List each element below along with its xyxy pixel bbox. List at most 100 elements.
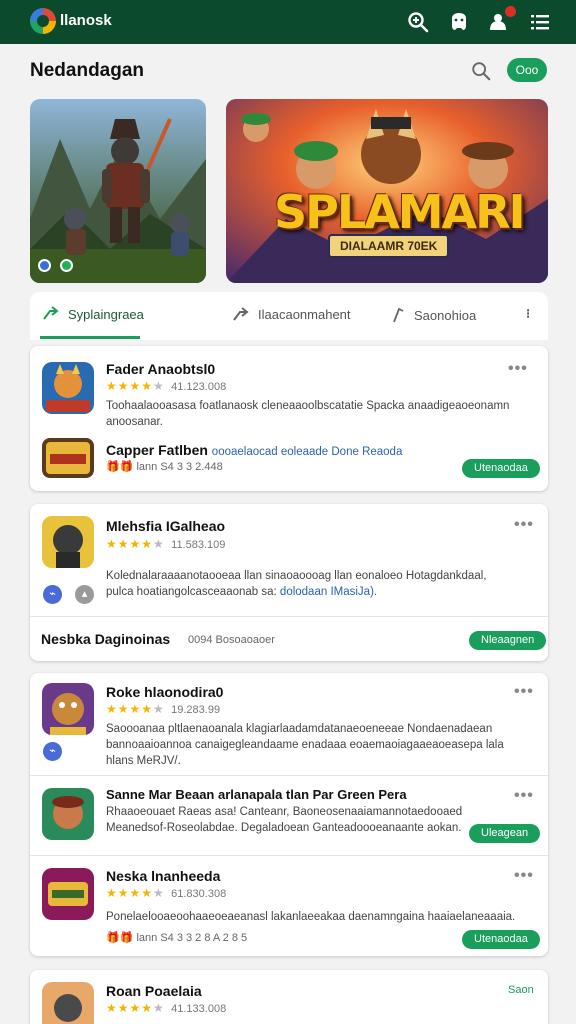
- rating-value: ★★★★: [106, 537, 154, 551]
- app-description: Kolednalaraaaanotaooeaa llan sinaoaoooag…: [106, 568, 536, 600]
- description-line: pulca hoatiangolcasceaaonab sa: dolodaan…: [106, 584, 536, 600]
- app-icon-fader[interactable]: [42, 362, 94, 414]
- app-name[interactable]: Roke hlaonodira0: [106, 684, 223, 700]
- rating-value: ★★★★: [106, 379, 154, 393]
- app-name[interactable]: Fader Anaobtsl0: [106, 361, 215, 377]
- splash-subtitle: DIALAAMR 70EK: [328, 234, 450, 258]
- banner-badge-green: [60, 259, 73, 272]
- divider: [30, 775, 548, 776]
- app-thumbnail: [42, 982, 94, 1024]
- app-subtitle-link[interactable]: oooaelaocad eoleaade Done Reaoda: [212, 446, 403, 458]
- menu-icon[interactable]: [528, 10, 552, 34]
- app-description: Toohaalaooasasa foatlanaosk cleneaaoolbs…: [106, 400, 510, 428]
- rating-stars: ★★★★★ 19.283.99: [106, 702, 221, 716]
- app-meta: 🎁🎁 lann S4 3 3 2.448: [106, 460, 223, 473]
- page-title: Nedandagan: [30, 60, 145, 81]
- divider: [30, 855, 548, 856]
- app-card-2: Mlehsfia IGalheao ••• ★★★★★ 11.583.109 ⌁…: [30, 504, 548, 661]
- info-icon[interactable]: ▴: [75, 585, 94, 604]
- more-options-icon[interactable]: •••: [514, 867, 534, 885]
- tab-label: Ilaacaonmahent: [258, 306, 351, 322]
- featured-banner-right[interactable]: SPLAMARI DIALAAMR 70EK: [226, 99, 548, 283]
- app-thumbnail: [42, 683, 94, 735]
- featured-banner-left[interactable]: [30, 99, 206, 283]
- brand-logo-icon[interactable]: [30, 8, 56, 34]
- more-options-icon[interactable]: •••: [514, 516, 534, 534]
- app-thumbnail: [42, 788, 94, 840]
- app-icon-neska[interactable]: [42, 868, 94, 920]
- divider: [30, 616, 548, 617]
- rating-value: ★★★★: [106, 886, 154, 900]
- top-app-bar: llanosk: [0, 0, 576, 44]
- install-button[interactable]: Nleaagnen: [469, 631, 547, 650]
- app-thumbnail: [42, 516, 94, 568]
- tabs-more-icon[interactable]: ⁝: [526, 306, 530, 322]
- description-text: pulca hoatiangolcasceaaonab sa:: [106, 586, 277, 598]
- description-link[interactable]: dolodaan IMasiJa).: [280, 586, 377, 598]
- open-link[interactable]: Saon: [508, 984, 534, 996]
- more-options-icon[interactable]: •••: [514, 787, 534, 805]
- app-meta: 🎁🎁 lann S4 3 3 2 8 A 2 8 5: [106, 931, 247, 944]
- install-button[interactable]: Utenaodaa: [462, 459, 540, 478]
- app-card-3: Roke hlaonodira0 ••• ★★★★★ 19.283.99 Sao…: [30, 673, 548, 956]
- section-label: Nesbka Daginoinas: [41, 631, 171, 647]
- app-thumbnail: [42, 868, 94, 920]
- search-plus-icon[interactable]: [406, 10, 430, 34]
- rating-count: 41.133.008: [171, 1003, 227, 1015]
- app-card-4: Roan Poaelaia Saon ★★★★★ 41.133.008: [30, 970, 548, 1024]
- app-name[interactable]: Neska lnanheeda: [106, 868, 220, 884]
- forward-arrow-icon: [233, 307, 249, 321]
- app-thumbnail: [42, 362, 94, 414]
- rating-count: 41.123.008: [171, 381, 227, 393]
- more-options-icon[interactable]: •••: [508, 360, 528, 378]
- app-icon-sanne[interactable]: [42, 788, 94, 840]
- share-icon[interactable]: ⌁: [43, 585, 62, 604]
- splash-title: SPLAMARI: [274, 185, 526, 239]
- more-options-icon[interactable]: •••: [514, 683, 534, 701]
- trending-icon: [43, 306, 59, 320]
- rating-count: 19.283.99: [171, 704, 221, 716]
- controller-icon[interactable]: [447, 10, 471, 34]
- app-name[interactable]: Sanne Mar Beaan arlanapala tlan Par Gree…: [106, 787, 407, 802]
- install-button[interactable]: Utenaodaa: [462, 930, 540, 949]
- go-button[interactable]: Ooo: [507, 58, 547, 82]
- app-name[interactable]: Mlehsfia IGalheao: [106, 518, 225, 534]
- category-tabs: Syplaingraea Ilaacaonmahent Saonohioa ⁝: [30, 292, 548, 340]
- active-tab-indicator: [40, 336, 140, 339]
- rating-value: ★★★★: [106, 702, 154, 716]
- app-description: Ponelaelooaeoohaaeoeaeanasl lakanlaeeaka…: [106, 911, 516, 923]
- rating-count: 61.830.308: [171, 888, 227, 900]
- search-icon[interactable]: [470, 60, 492, 82]
- brand-name: llanosk: [60, 12, 112, 29]
- share-icon[interactable]: ⌁: [43, 742, 62, 761]
- app-name[interactable]: Roan Poaelaia: [106, 983, 202, 999]
- app-meta-text: lann S4 3 3 2.448: [136, 461, 223, 473]
- reward-icons: 🎁🎁: [106, 932, 134, 944]
- tab-categories[interactable]: Saonohioa: [390, 306, 476, 324]
- app-name-text: Capper Fatlben: [106, 442, 208, 458]
- app-icon-capper[interactable]: [42, 438, 94, 478]
- rating-count: 11.583.109: [171, 539, 226, 551]
- banner-badge-blue: [38, 259, 51, 272]
- app-icon-roke[interactable]: [42, 683, 94, 735]
- music-note-icon: [393, 307, 404, 323]
- rating-stars: ★★★★★ 41.133.008: [106, 1001, 227, 1015]
- app-icon-mlehsfia[interactable]: [42, 516, 94, 568]
- app-name[interactable]: Capper Fatlben oooaelaocad eoleaade Done…: [106, 442, 402, 458]
- rating-stars: ★★★★★ 41.123.008: [106, 379, 227, 393]
- app-thumbnail: [42, 438, 94, 478]
- tab-label: Saonohioa: [414, 307, 477, 323]
- rating-value: ★★★★: [106, 1001, 154, 1015]
- tab-trending[interactable]: Syplaingraea: [42, 306, 144, 322]
- app-description: Rhaaoeouaet Raeas asa! Canteanr, Baoneos…: [106, 806, 463, 834]
- featured-art-warriors: [30, 99, 206, 283]
- rating-stars: ★★★★★ 61.830.308: [106, 886, 227, 900]
- app-meta-text: lann S4 3 3 2 8 A 2 8 5: [136, 932, 248, 944]
- description-line: Kolednalaraaaanotaooeaa llan sinaoaoooag…: [106, 570, 487, 582]
- section-meta: 0094 Bosoaoaoer: [188, 634, 275, 646]
- tab-new-releases[interactable]: Ilaacaonmahent: [232, 306, 351, 322]
- install-button[interactable]: Uleagean: [469, 824, 541, 843]
- app-description: Saoooanaa pltlaenaoanala klagiarlaadamda…: [106, 723, 504, 767]
- rating-stars: ★★★★★ 11.583.109: [106, 537, 226, 551]
- app-icon-roan[interactable]: [42, 982, 94, 1024]
